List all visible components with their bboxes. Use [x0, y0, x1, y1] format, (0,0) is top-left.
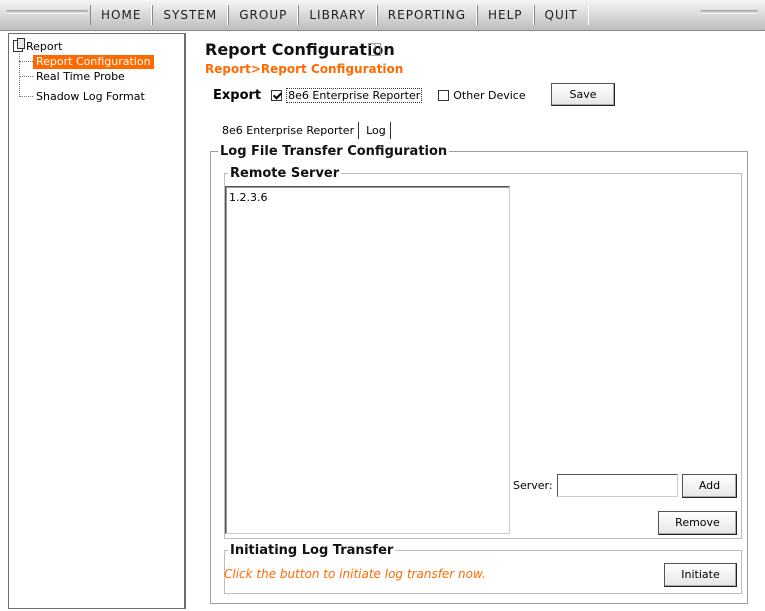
- initiate-hint-text: Click the button to initiate log transfe…: [224, 567, 486, 581]
- tree-root[interactable]: Report: [13, 38, 63, 53]
- server-input[interactable]: [557, 474, 678, 497]
- help-icon[interactable]: ?: [368, 43, 381, 56]
- remote-server-title: Remote Server: [228, 166, 342, 181]
- page-title: Report Configuration: [205, 40, 395, 59]
- tab-bar: 8e6 Enterprise Reporter Log: [218, 122, 391, 139]
- tree-item-label: Report Configuration: [33, 54, 154, 69]
- other-device-checkbox[interactable]: [438, 89, 450, 101]
- remove-server-button[interactable]: Remove: [658, 511, 737, 535]
- top-menu-bar: HOME SYSTEM GROUP LIBRARY REPORTING HELP…: [0, 0, 765, 31]
- export-label: Export: [213, 87, 262, 103]
- breadcrumb: Report>Report Configuration: [205, 62, 404, 76]
- tab-enterprise-reporter[interactable]: 8e6 Enterprise Reporter: [218, 122, 360, 139]
- tree-root-label: Report: [26, 39, 63, 53]
- tab-log[interactable]: Log: [362, 122, 391, 139]
- menu-bar-groove-left: [6, 10, 88, 14]
- menu-item-group[interactable]: GROUP: [228, 5, 299, 25]
- tree-connector: [19, 61, 33, 62]
- menu-item-reporting[interactable]: REPORTING: [376, 5, 477, 25]
- menu-item-library[interactable]: LIBRARY: [298, 5, 377, 25]
- enterprise-reporter-checkbox[interactable]: [271, 89, 283, 101]
- tree-connector: [19, 96, 33, 97]
- add-server-button[interactable]: Add: [682, 474, 737, 498]
- server-list[interactable]: 1.2.3.6: [225, 186, 510, 534]
- initiate-button[interactable]: Initiate: [664, 563, 737, 587]
- menu-item-home[interactable]: HOME: [90, 5, 153, 25]
- enterprise-reporter-checkbox-label[interactable]: 8e6 Enterprise Reporter: [286, 87, 423, 103]
- menu-item-quit[interactable]: QUIT: [533, 5, 589, 25]
- tree-connector: [19, 76, 33, 77]
- server-label: Server:: [513, 479, 553, 492]
- navigation-tree-panel: Report Report Configuration Real Time Pr…: [8, 33, 186, 609]
- tree-item-real-time-probe[interactable]: Real Time Probe: [19, 69, 128, 84]
- menu-item-system[interactable]: SYSTEM: [152, 5, 229, 25]
- list-item[interactable]: 1.2.3.6: [226, 187, 509, 204]
- other-device-checkbox-label[interactable]: Other Device: [453, 89, 525, 102]
- export-row: Export 8e6 Enterprise Reporter Other Dev…: [213, 86, 542, 104]
- tree-item-label: Real Time Probe: [36, 69, 125, 83]
- main-menu: HOME SYSTEM GROUP LIBRARY REPORTING HELP…: [90, 5, 589, 25]
- report-folder-icon: [13, 38, 25, 52]
- tree-item-label: Shadow Log Format: [36, 89, 145, 103]
- log-transfer-title: Log File Transfer Configuration: [218, 144, 450, 159]
- menu-item-help[interactable]: HELP: [477, 5, 534, 25]
- tree-item-shadow-log-format[interactable]: Shadow Log Format: [19, 89, 148, 104]
- save-button[interactable]: Save: [551, 83, 615, 106]
- initiating-transfer-title: Initiating Log Transfer: [228, 543, 396, 558]
- menu-bar-groove-right: [700, 10, 758, 14]
- tree-item-report-configuration[interactable]: Report Configuration: [19, 54, 154, 69]
